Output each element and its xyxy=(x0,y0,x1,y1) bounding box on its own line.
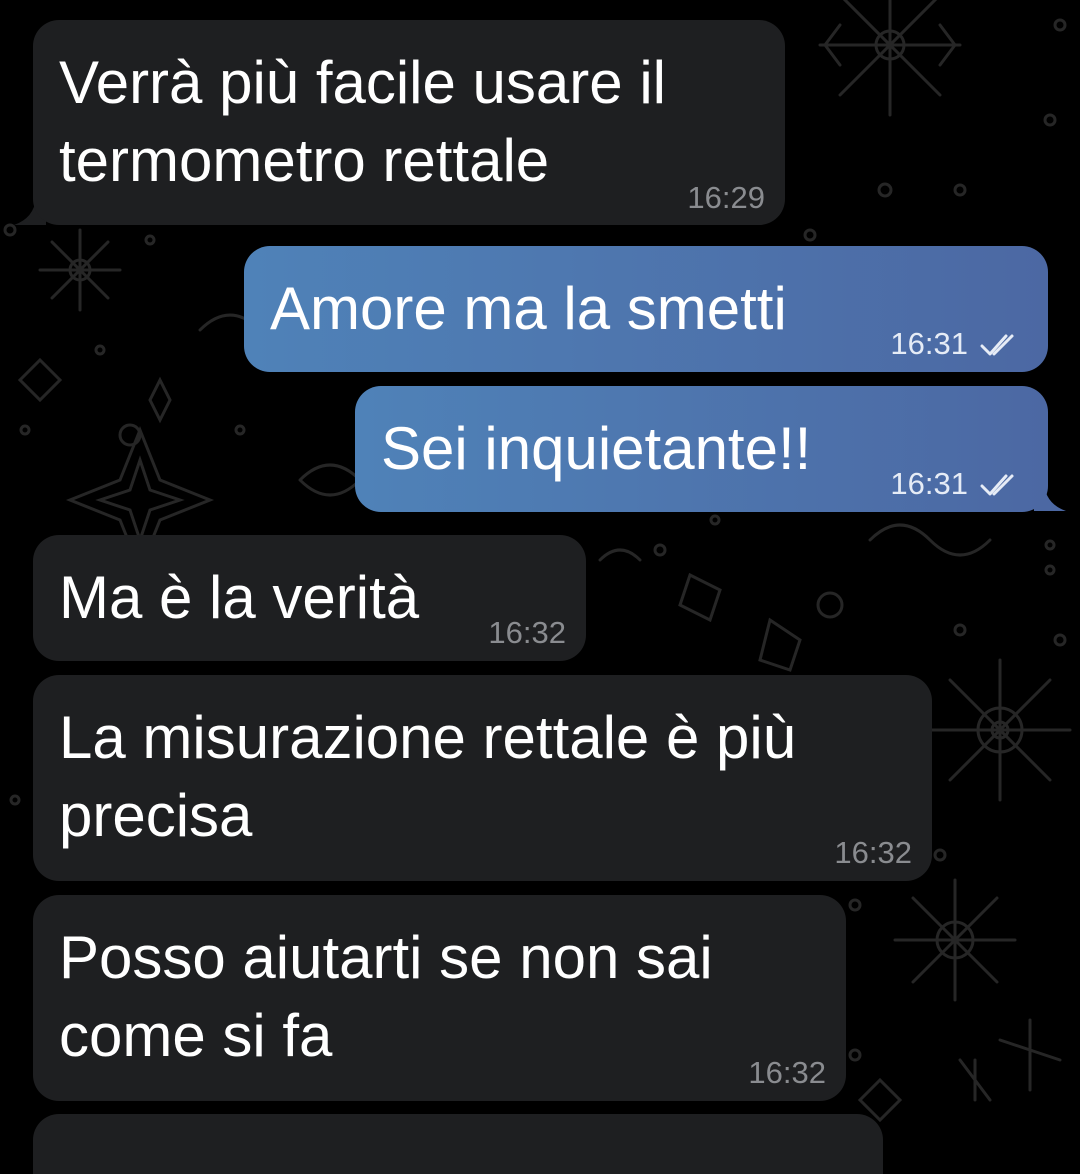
message-timestamp: 16:32 xyxy=(488,615,566,650)
snowflake-icon xyxy=(893,878,1017,1002)
snowflake-icon xyxy=(38,228,122,312)
message-text: Amore ma la smetti xyxy=(270,275,787,342)
message-bubble-incoming[interactable]: Ma è la verità 16:32 xyxy=(33,535,586,661)
message-text: come si fa xyxy=(59,1002,333,1069)
message-text: Sei inquietante!! xyxy=(381,415,812,482)
message-bubble-incoming[interactable]: Posso aiutarti se non sai come si fa 16:… xyxy=(33,895,846,1101)
message-text: La misurazione rettale è più xyxy=(59,704,797,771)
message-bubble-incoming[interactable]: Verrà più facile usare il termometro ret… xyxy=(33,20,785,225)
read-double-check-icon xyxy=(980,334,1014,356)
message-text: Ma è la verità xyxy=(59,564,420,631)
message-timestamp: 16:32 xyxy=(834,835,912,870)
message-bubble-outgoing[interactable]: Amore ma la smetti 16:31 xyxy=(244,246,1048,372)
snowflake-icon xyxy=(928,658,1072,802)
message-bubble-outgoing[interactable]: Sei inquietante!! 16:31 xyxy=(355,386,1048,512)
message-bubble-incoming[interactable]: La misurazione rettale è più precisa 16:… xyxy=(33,675,932,881)
message-timestamp: 16:29 xyxy=(687,180,765,215)
message-text: precisa xyxy=(59,782,253,849)
message-text: Verrà più facile usare il xyxy=(59,49,666,116)
read-double-check-icon xyxy=(980,474,1014,496)
message-bubble-incoming[interactable] xyxy=(33,1114,883,1174)
message-text: termometro rettale xyxy=(59,127,550,194)
message-timestamp: 16:32 xyxy=(748,1055,826,1090)
message-timestamp: 16:31 xyxy=(890,466,968,501)
message-timestamp: 16:31 xyxy=(890,326,968,361)
message-text: Posso aiutarti se non sai xyxy=(59,924,713,991)
snowflake-icon xyxy=(818,0,962,117)
